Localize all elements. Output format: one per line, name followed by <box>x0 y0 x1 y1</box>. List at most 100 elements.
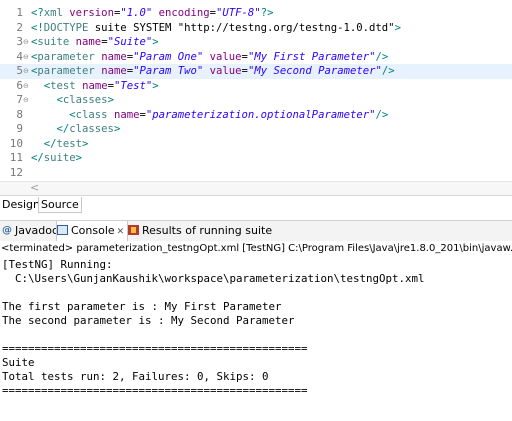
code-token-attr: value <box>209 50 242 63</box>
scroll-left-arrow-icon[interactable]: < <box>30 181 39 194</box>
code-token-val: "parameterization.optionalParameter" <box>145 108 376 121</box>
close-icon[interactable]: ✕ <box>117 227 125 237</box>
code-token-punct: > <box>394 21 401 34</box>
line-number: 2 <box>16 20 23 34</box>
code-token-punct: > <box>152 36 159 48</box>
line-number: 1 <box>16 6 23 19</box>
code-line[interactable]: 2 <!DOCTYPE suite SYSTEM "http://testng.o… <box>0 21 512 36</box>
line-number: 8 <box>16 107 23 121</box>
console-process-header: <terminated> parameterization_testngOpt.… <box>0 241 512 256</box>
code-line[interactable]: 5 ⊖ <parameter name="Param Two" value="My … <box>0 64 512 79</box>
code-token-punct: /> <box>375 50 389 63</box>
code-token-punct: /> <box>381 65 395 77</box>
code-token-val: "My First Parameter" <box>247 50 376 63</box>
code-token-tag: suite <box>43 152 76 164</box>
code-token-attr: name <box>82 79 108 92</box>
tab-results-of-running-suite[interactable]: Results of running suite <box>128 221 272 241</box>
fold-toggle-icon[interactable]: ⊖ <box>23 64 31 79</box>
code-line[interactable]: 4 ⊖ <parameter name="Param One" value="My … <box>0 50 512 65</box>
code-text: </classes> <box>31 122 121 137</box>
code-text: <class name="parameterization.optionalPa… <box>31 108 388 123</box>
line-number: 7 <box>16 93 23 106</box>
code-token-decl: suite SYSTEM "http://testng.org/testng-1… <box>88 21 395 34</box>
code-token-tag: class <box>75 108 108 121</box>
code-token-val: "1.0" <box>120 7 153 19</box>
console-line: Suite <box>2 356 35 369</box>
line-number: 3 <box>16 35 23 48</box>
code-text: <!DOCTYPE suite SYSTEM "http://testng.or… <box>31 21 401 36</box>
console-line: [TestNG] Running: <box>2 258 113 271</box>
tab-console[interactable]: Console ✕ <box>56 221 128 242</box>
tab-javadoc[interactable]: @ Javadoc <box>2 221 58 241</box>
line-number: 9 <box>16 122 23 135</box>
console-line: The first parameter is : My First Parame… <box>2 300 282 313</box>
code-token-punct: > <box>113 123 121 135</box>
code-text: <suite name="Suite"> <box>31 35 159 50</box>
fold-toggle-icon[interactable]: ⊖ <box>23 50 31 65</box>
code-line[interactable]: 3 ⊖ <suite name="Suite"> <box>0 35 512 50</box>
code-token-val: "Param Two" <box>133 65 204 77</box>
code-token-attr: name <box>113 108 140 121</box>
code-line[interactable]: 1 <?xml version="1.0" encoding="UTF-8"?> <box>0 6 512 21</box>
fold-toggle-icon[interactable]: ⊖ <box>23 93 31 108</box>
console-line: ========================================… <box>2 384 308 397</box>
code-token-decl <box>31 109 69 121</box>
console-line: The second parameter is : My Second Para… <box>2 314 295 327</box>
code-token-punct: </ <box>31 152 44 164</box>
code-token-tag: xml <box>43 7 63 19</box>
code-token-punct: /> <box>375 108 389 121</box>
code-token-tag: test <box>56 137 83 150</box>
tab-design[interactable]: Design <box>0 197 43 212</box>
tab-console-label: Console <box>71 224 115 237</box>
fold-toggle-icon[interactable]: ⊖ <box>23 79 31 94</box>
tab-javadoc-label: Javadoc <box>15 224 58 237</box>
code-text: <test name="Test"> <box>31 79 159 94</box>
line-number: 12 <box>9 165 23 179</box>
code-token-punct: <? <box>31 7 44 19</box>
code-token-punct: > <box>152 79 159 92</box>
code-token-val: "UTF-8" <box>216 7 261 19</box>
code-token-attr: name <box>75 36 102 48</box>
tab-results-label: Results of running suite <box>142 224 273 237</box>
code-text: <?xml version="1.0" encoding="UTF-8"?> <box>31 6 273 21</box>
code-token-val: "My Second Parameter" <box>247 65 382 77</box>
fold-toggle-icon[interactable]: ⊖ <box>23 35 31 50</box>
code-token-tag: classes <box>69 123 114 135</box>
code-token-decl <box>31 123 57 135</box>
code-token-val: "Test" <box>113 79 153 92</box>
editor-horizontal-scrollbar[interactable]: < <box>0 181 512 195</box>
line-number: 4 <box>16 49 23 63</box>
code-line[interactable]: 9 </classes> <box>0 122 512 137</box>
code-line[interactable]: 8 <class name="parameterization.optional… <box>0 108 512 123</box>
code-token-tag: parameter <box>37 65 95 77</box>
code-text: <parameter name="Param One" value="My Fi… <box>31 50 388 65</box>
console-line: C:\Users\GunjanKaushik\workspace\paramet… <box>2 272 425 285</box>
view-tab-bar: @ Javadoc Console ✕ Results of running sui… <box>0 220 512 242</box>
code-token-val: "Suite" <box>107 36 153 48</box>
code-token-punct: > <box>82 137 89 150</box>
code-token-punct: </ <box>56 123 70 135</box>
code-line[interactable]: 7 ⊖ <classes> <box>0 93 512 108</box>
code-token-val: "Param One" <box>133 50 204 63</box>
editor-mode-tabs: Design Source <box>0 195 512 214</box>
code-token-punct: <! <box>31 21 44 34</box>
code-line[interactable]: 11 </suite> <box>0 151 512 166</box>
code-token-attr: encoding <box>158 7 210 19</box>
code-text: </test> <box>31 137 89 152</box>
code-token-attr: value <box>209 65 242 77</box>
code-token-decl <box>31 94 57 106</box>
code-line[interactable]: 12 <box>0 166 512 181</box>
code-line[interactable]: 10 </test> <box>0 137 512 152</box>
console-icon <box>57 225 68 235</box>
xml-editor[interactable]: 1 <?xml version="1.0" encoding="UTF-8"?> 2… <box>0 0 512 181</box>
code-token-tag: parameter <box>37 50 95 63</box>
javadoc-icon: @ <box>2 225 12 236</box>
code-text: <classes> <box>31 93 114 108</box>
code-token-punct: </ <box>43 137 57 150</box>
code-token-tag: DOCTYPE <box>43 21 89 34</box>
code-token-punct: > <box>75 152 83 164</box>
line-number: 5 <box>16 64 23 77</box>
tab-source[interactable]: Source <box>38 197 82 213</box>
code-line[interactable]: 6 ⊖ <test name="Test"> <box>0 79 512 94</box>
console-line: Total tests run: 2, Failures: 0, Skips: … <box>2 370 269 383</box>
